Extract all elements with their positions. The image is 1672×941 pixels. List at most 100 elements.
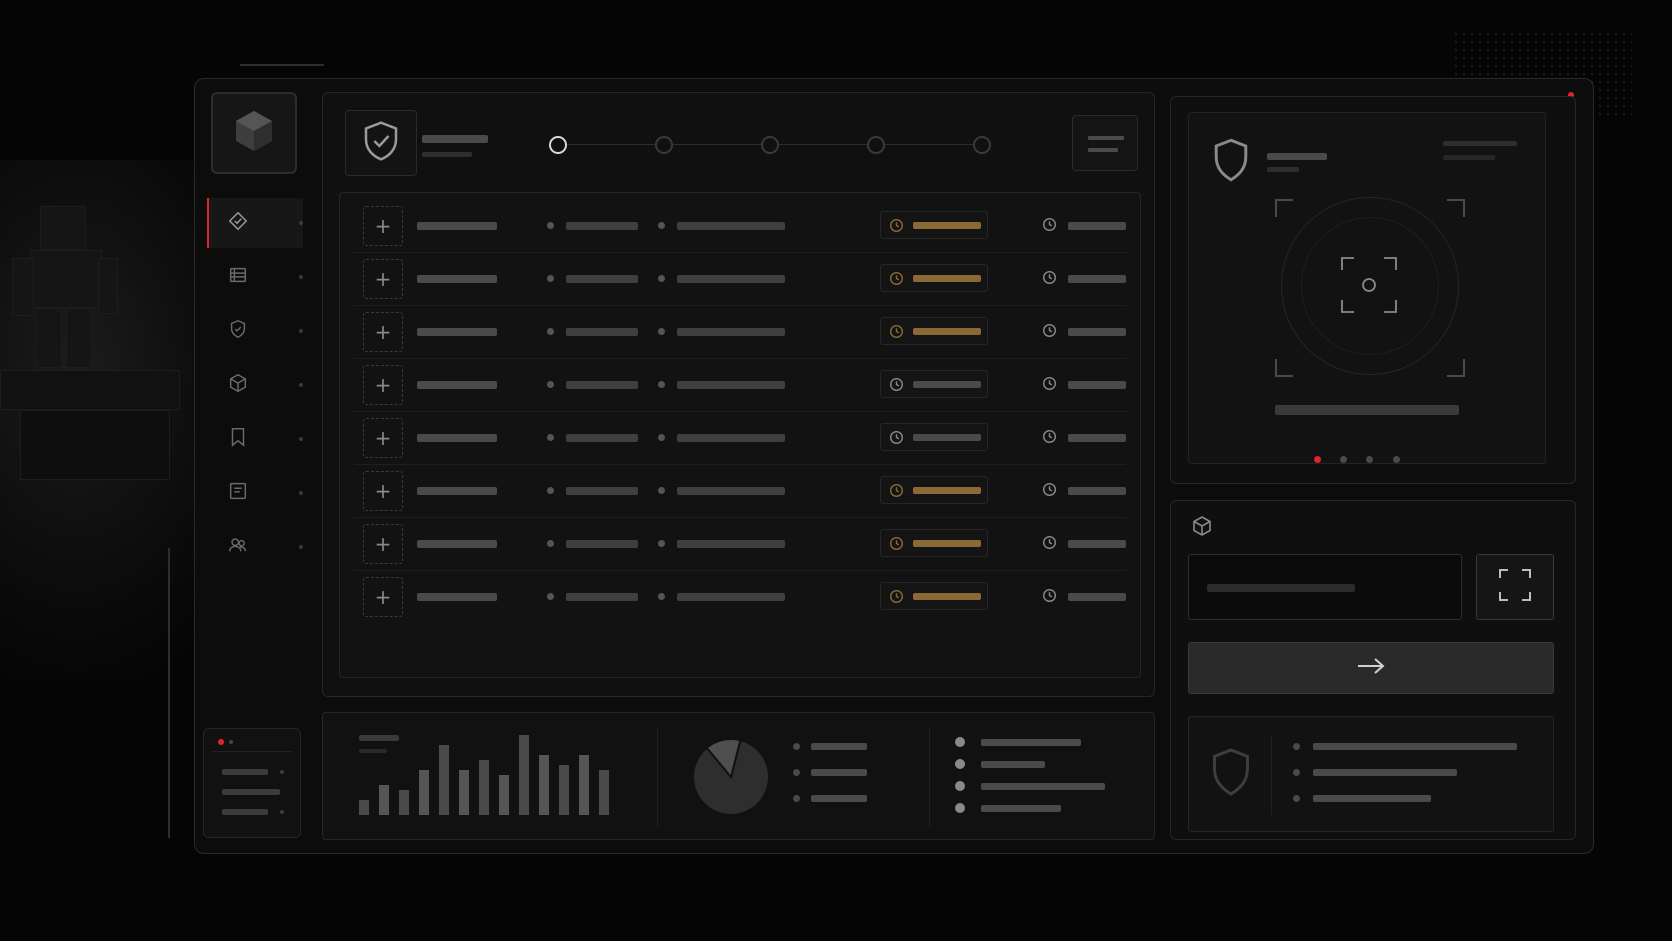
step-5[interactable]: [973, 136, 991, 154]
plus-icon: +: [374, 532, 392, 556]
status-badge[interactable]: [880, 264, 988, 292]
row-field-1: [566, 222, 638, 230]
legend-label: [811, 795, 867, 802]
add-button[interactable]: +: [363, 312, 403, 352]
cube-logo-icon: [230, 107, 278, 159]
add-button[interactable]: +: [363, 418, 403, 458]
status-badge[interactable]: [880, 423, 988, 451]
info-card[interactable]: [1188, 716, 1554, 832]
row-title: [417, 593, 497, 601]
add-button[interactable]: +: [363, 365, 403, 405]
add-button[interactable]: +: [363, 524, 403, 564]
clock-icon: [1042, 270, 1057, 285]
table-row[interactable]: +: [354, 197, 1126, 253]
cube-icon: [1190, 514, 1214, 542]
header-shield-badge: [345, 110, 417, 176]
shield-check-icon: [227, 318, 249, 344]
plus-icon: +: [374, 267, 392, 291]
row-time: [1068, 222, 1126, 230]
sidebar-mini-panel[interactable]: [203, 728, 301, 838]
plus-icon: +: [374, 320, 392, 344]
carousel-dot-4[interactable]: [1393, 456, 1400, 463]
status-badge[interactable]: [880, 529, 988, 557]
row-title: [417, 381, 497, 389]
plus-icon: +: [374, 426, 392, 450]
row-field-1: [566, 275, 638, 283]
expand-button[interactable]: [1476, 554, 1554, 620]
menu-icon: [1088, 136, 1124, 140]
clock-icon: [1042, 482, 1057, 497]
chart-bar: [379, 785, 389, 815]
scan-progress-bar: [1275, 405, 1459, 415]
status-badge[interactable]: [880, 317, 988, 345]
menu-button[interactable]: [1072, 115, 1138, 171]
step-3[interactable]: [761, 136, 779, 154]
status-badge[interactable]: [880, 211, 988, 239]
table-row[interactable]: +: [354, 303, 1126, 359]
table-row[interactable]: +: [354, 409, 1126, 465]
list-line: [981, 739, 1081, 746]
logo[interactable]: [211, 92, 297, 174]
cube-icon: [227, 372, 249, 398]
row-title: [417, 222, 497, 230]
status-badge[interactable]: [880, 582, 988, 610]
sidebar-item-messages[interactable]: [207, 468, 303, 518]
sidebar-item-assets[interactable]: [207, 360, 303, 410]
row-time: [1068, 328, 1126, 336]
data-table: + + + + + + + +: [339, 192, 1141, 678]
row-field-2: [677, 222, 785, 230]
status-badge[interactable]: [880, 370, 988, 398]
status-badge[interactable]: [880, 476, 988, 504]
plus-icon: +: [374, 479, 392, 503]
carousel-dot-2[interactable]: [1340, 456, 1347, 463]
table-row[interactable]: +: [354, 356, 1126, 412]
list-dot: [955, 803, 965, 813]
table-row[interactable]: +: [354, 515, 1126, 571]
sidebar-item-dashboard[interactable]: [207, 198, 303, 248]
table-row[interactable]: +: [354, 568, 1126, 624]
table-row[interactable]: +: [354, 462, 1126, 518]
crosshair-icon: [1340, 256, 1398, 318]
shield-icon: [1211, 137, 1251, 187]
list-line: [981, 783, 1105, 790]
row-title: [417, 540, 497, 548]
step-1[interactable]: [549, 136, 567, 154]
sidebar-item-bookmarks[interactable]: [207, 414, 303, 464]
sidebar-item-users[interactable]: [207, 522, 303, 572]
list-dot: [955, 759, 965, 769]
carousel-dot-1[interactable]: [1314, 456, 1321, 463]
list-icon: [227, 264, 249, 290]
plus-icon: +: [374, 214, 392, 238]
step-2[interactable]: [655, 136, 673, 154]
clock-icon: [1042, 588, 1057, 603]
list-line: [981, 805, 1061, 812]
sidebar-item-security[interactable]: [207, 306, 303, 356]
submit-button[interactable]: [1188, 642, 1554, 694]
row-field-2: [677, 328, 785, 336]
legend-dot: [793, 743, 800, 750]
mini-status-dot: [218, 739, 224, 745]
frame-accent-left: [168, 548, 170, 838]
chart-bar: [559, 765, 569, 815]
code-input[interactable]: [1188, 554, 1462, 620]
chart-bar: [579, 755, 589, 815]
row-title: [417, 275, 497, 283]
add-button[interactable]: +: [363, 259, 403, 299]
row-title: [417, 434, 497, 442]
clock-icon: [889, 589, 904, 604]
add-button[interactable]: +: [363, 471, 403, 511]
clock-icon: [889, 271, 904, 286]
table-row[interactable]: +: [354, 250, 1126, 306]
row-field-1: [566, 593, 638, 601]
clock-icon: [889, 377, 904, 392]
clock-icon: [889, 483, 904, 498]
scanner-card: [1188, 112, 1546, 464]
add-button[interactable]: +: [363, 206, 403, 246]
add-button[interactable]: +: [363, 577, 403, 617]
row-time: [1068, 593, 1126, 601]
carousel-dot-3[interactable]: [1366, 456, 1373, 463]
plus-icon: +: [374, 373, 392, 397]
sidebar-item-list[interactable]: [207, 252, 303, 302]
message-icon: [227, 480, 249, 506]
step-4[interactable]: [867, 136, 885, 154]
